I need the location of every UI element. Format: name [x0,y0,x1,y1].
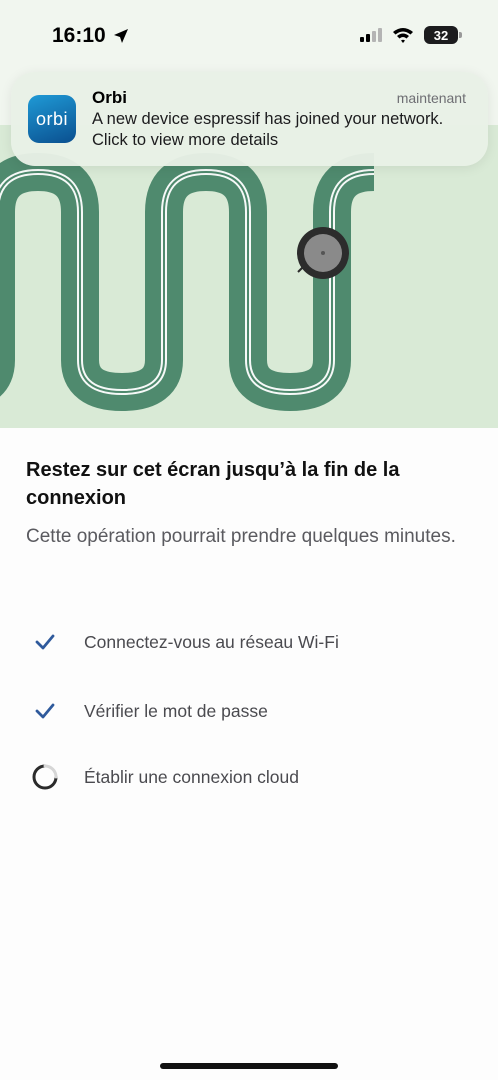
wifi-icon [393,28,413,43]
spinner-icon [32,764,58,790]
battery-level: 32 [433,27,449,43]
cellular-signal-icon [360,28,382,42]
page-title: Restez sur cet écran jusqu’à la fin de l… [26,459,400,509]
page-subtitle: Cette opération pourrait prendre quelque… [26,526,456,547]
status-icons: 32 [360,26,462,44]
cable-path [0,152,375,412]
step-label: Connectez-vous au réseau Wi-Fi [84,631,339,652]
sensor-device-icon [297,227,349,279]
step-label: Vérifier le mot de passe [84,700,268,721]
home-indicator[interactable] [160,1063,338,1069]
status-bar: 16:10 32 [0,0,498,72]
notification-app-name: Orbi [92,88,127,107]
notification-message: A new device espressif has joined your n… [92,110,444,149]
step-item-password: Vérifier le mot de passe [32,696,268,726]
notification-time: maintenant [396,90,466,106]
push-notification[interactable]: orbi Orbi maintenant A new device espres… [11,72,488,166]
checkmark-icon [32,629,58,655]
orbi-app-icon: orbi [28,95,76,143]
clock: 16:10 [52,24,130,48]
step-item-wifi: Connectez-vous au réseau Wi-Fi [32,627,339,657]
battery-icon: 32 [424,26,462,44]
checkmark-icon [32,698,58,724]
step-label: Établir une connexion cloud [84,766,300,787]
app-icon-text: orbi [35,108,68,129]
step-item-cloud: Établir une connexion cloud [32,762,299,792]
location-arrow-icon [113,29,128,43]
clock-time: 16:10 [52,24,106,47]
